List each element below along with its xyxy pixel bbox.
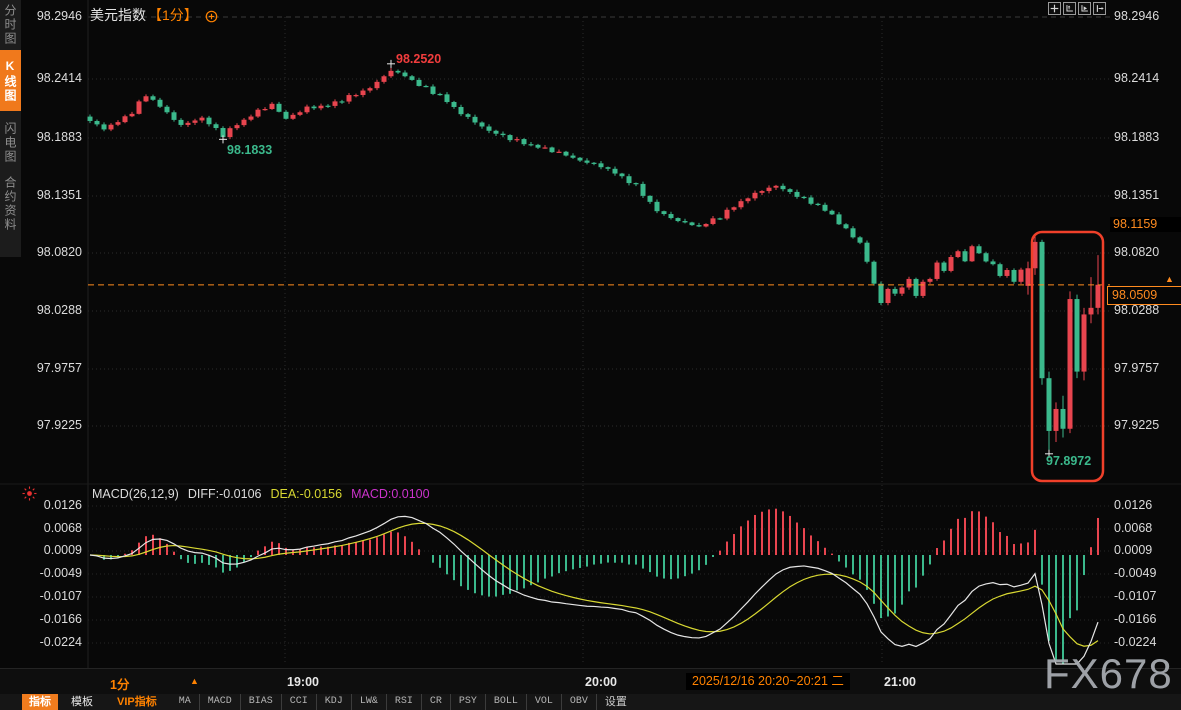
auto-scale-icon[interactable] xyxy=(1063,2,1076,15)
indicator-toolbar: 指标模板 VIP指标 MAMACDBIASCCIKDJLW&RSICRPSYBOLL… xyxy=(0,694,1181,710)
macd-axis-label: 0.0009 xyxy=(1114,543,1152,558)
interval-arrow-icon[interactable]: ▲ xyxy=(190,676,199,686)
circle-plus-icon[interactable] xyxy=(205,10,218,23)
macd-axis-label: 0.0068 xyxy=(0,521,82,536)
macd-axis-label: -0.0224 xyxy=(1114,635,1156,650)
macd-axis-label: -0.0166 xyxy=(0,612,82,627)
time-axis: 1分 ▲ 2025/12/16 20:20~20:21 二 19:00 20:00… xyxy=(0,668,1181,695)
price-axis-label: 97.9757 xyxy=(1114,361,1159,376)
price-axis-label: 98.2946 xyxy=(1114,9,1159,24)
shift-right-icon[interactable] xyxy=(1093,2,1106,15)
sidebar-item-kline-chart[interactable]: K线图 xyxy=(0,50,21,111)
macd-axis-label: 0.0126 xyxy=(0,498,82,513)
price-up-arrow-icon: ▲ xyxy=(1165,274,1174,284)
macd-axis-label: -0.0107 xyxy=(1114,589,1156,604)
toolbar-tab-8[interactable]: KDJ xyxy=(316,694,351,710)
chart-type-sidebar: 分时图 K线图 闪电图 合约资料 xyxy=(0,0,21,257)
chart-tool-icons xyxy=(1048,2,1106,15)
price-axis-label: 98.0288 xyxy=(1114,303,1159,318)
sidebar-item-time-chart[interactable]: 分时图 xyxy=(0,2,21,48)
toolbar-tab-6[interactable]: BIAS xyxy=(240,694,281,710)
low-price-label: 98.1833 xyxy=(227,143,272,157)
session-high-badge: 98.1159 xyxy=(1110,217,1181,232)
chart-canvas[interactable] xyxy=(0,0,1181,710)
price-axis-label: 97.9225 xyxy=(0,418,82,433)
toolbar-tab-11[interactable]: CR xyxy=(421,694,450,710)
sidebar-item-flash-chart[interactable]: 闪电图 xyxy=(0,115,21,170)
toolbar-tab-2[interactable]: 模板 xyxy=(63,694,101,710)
macd-alert-icon[interactable] xyxy=(21,485,38,502)
price-axis-label: 97.9225 xyxy=(1114,418,1159,433)
trading-app-window: 分时图 K线图 闪电图 合约资料 美元指数 【1分】 xyxy=(0,0,1181,710)
pan-crosshair-icon[interactable] xyxy=(1048,2,1061,15)
high-price-label: 98.2520 xyxy=(396,52,441,66)
toolbar-tab-4[interactable]: MA xyxy=(171,694,199,710)
toolbar-tab-12[interactable]: PSY xyxy=(450,694,485,710)
price-axis-label: 97.9757 xyxy=(0,361,82,376)
macd-dea-value: DEA:-0.0156 xyxy=(270,487,342,501)
last-price-badge: 98.0509 xyxy=(1107,286,1181,305)
toolbar-tab-16[interactable]: 设置 xyxy=(596,694,635,710)
macd-hist-value: MACD:0.0100 xyxy=(351,487,430,501)
macd-title: MACD(26,12,9) xyxy=(92,487,179,501)
sidebar-item-contract-info[interactable]: 合约资料 xyxy=(0,173,21,235)
price-axis-label: 98.2414 xyxy=(1114,71,1159,86)
time-axis-label: 21:00 xyxy=(884,675,916,689)
macd-axis-label: 0.0068 xyxy=(1114,521,1152,536)
interval-tag: 【1分】 xyxy=(148,5,198,25)
price-axis-label: 98.1351 xyxy=(1114,188,1159,203)
price-axis-label: 98.0288 xyxy=(0,303,82,318)
macd-axis-label: -0.0224 xyxy=(0,635,82,650)
macd-axis-label: -0.0049 xyxy=(1114,566,1156,581)
toolbar-tab-10[interactable]: RSI xyxy=(386,694,421,710)
toolbar-tab-15[interactable]: OBV xyxy=(561,694,596,710)
symbol-name: 美元指数 xyxy=(90,5,146,25)
macd-axis-label: -0.0166 xyxy=(1114,612,1156,627)
crash-low-price-label: 97.8972 xyxy=(1046,454,1091,468)
time-axis-label: 20:00 xyxy=(585,675,617,689)
toolbar-tab-5[interactable]: MACD xyxy=(199,694,240,710)
time-axis-label: 19:00 xyxy=(287,675,319,689)
candle-time-range-badge: 2025/12/16 20:20~20:21 二 xyxy=(686,673,850,690)
toolbar-tab-1[interactable]: 指标 xyxy=(22,694,58,710)
macd-axis-label: 0.0009 xyxy=(0,543,82,558)
price-axis-label: 98.0820 xyxy=(1114,245,1159,260)
interval-selector[interactable]: 1分 xyxy=(110,674,129,693)
toolbar-tab-14[interactable]: VOL xyxy=(526,694,561,710)
toolbar-tab-9[interactable]: LW& xyxy=(351,694,386,710)
macd-axis-label: 0.0126 xyxy=(1114,498,1152,513)
chart-title: 美元指数 【1分】 xyxy=(90,5,218,25)
macd-axis-label: -0.0107 xyxy=(0,589,82,604)
toolbar-tab-3[interactable]: VIP指标 xyxy=(109,694,165,710)
toolbar-tab-13[interactable]: BOLL xyxy=(485,694,526,710)
watermark: FX678 xyxy=(1044,650,1173,698)
price-axis-label: 98.1883 xyxy=(1114,130,1159,145)
macd-diff-value: DIFF:-0.0106 xyxy=(188,487,262,501)
toolbar-tab-7[interactable]: CCI xyxy=(281,694,316,710)
macd-axis-label: -0.0049 xyxy=(0,566,82,581)
scale-play-icon[interactable] xyxy=(1078,2,1091,15)
macd-indicator-readout: MACD(26,12,9) DIFF:-0.0106 DEA:-0.0156 M… xyxy=(92,487,430,501)
